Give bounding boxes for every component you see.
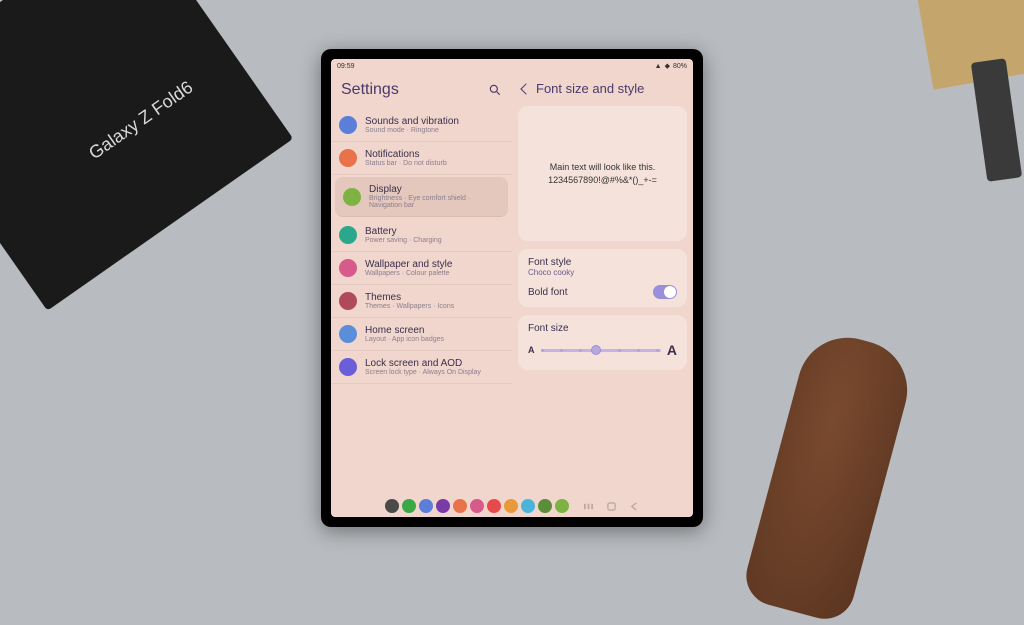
content-area: Settings Sounds and vibrationSound mode …	[331, 73, 693, 495]
status-time: 09:59	[337, 63, 355, 70]
setting-text: NotificationsStatus bar · Do not disturb	[365, 149, 504, 167]
setting-name: Home screen	[365, 325, 504, 336]
size-indicator-large: A	[667, 342, 677, 358]
size-indicator-small: A	[528, 345, 535, 355]
setting-item-notifications[interactable]: NotificationsStatus bar · Do not disturb	[331, 142, 512, 175]
setting-name: Sounds and vibration	[365, 116, 504, 127]
taskbar-app-icon[interactable]	[470, 499, 484, 513]
taskbar-app-icon[interactable]	[453, 499, 467, 513]
taskbar	[331, 495, 693, 517]
setting-icon	[339, 325, 357, 343]
user-finger	[740, 327, 919, 625]
settings-header: Settings	[331, 73, 512, 109]
status-bar: 09:59 ▲ ◆ 80%	[331, 59, 693, 73]
setting-text: BatteryPower saving · Charging	[365, 226, 504, 244]
setting-text: Sounds and vibrationSound mode · Rington…	[365, 116, 504, 134]
font-size-card: Font size A A	[518, 315, 687, 370]
font-preview-card: Main text will look like this. 123456789…	[518, 106, 687, 241]
font-style-label: Font style	[528, 257, 677, 268]
setting-text: Wallpaper and styleWallpapers · Colour p…	[365, 259, 504, 277]
setting-subtitle: Screen lock type · Always On Display	[365, 369, 504, 376]
setting-name: Display	[369, 184, 500, 195]
taskbar-app-icon[interactable]	[504, 499, 518, 513]
settings-title: Settings	[341, 81, 399, 99]
screen: 09:59 ▲ ◆ 80% Settings Sounds and vibrat…	[331, 59, 693, 517]
search-icon[interactable]	[488, 83, 502, 97]
signal-icon: ▲	[655, 63, 662, 70]
font-size-slider-row: A A	[528, 342, 677, 358]
font-style-value: Choco cooky	[528, 268, 677, 277]
nav-buttons	[584, 502, 639, 511]
setting-item-sounds-and-vibration[interactable]: Sounds and vibrationSound mode · Rington…	[331, 109, 512, 142]
setting-icon	[339, 226, 357, 244]
settings-list: Sounds and vibrationSound mode · Rington…	[331, 109, 512, 495]
setting-item-wallpaper-and-style[interactable]: Wallpaper and styleWallpapers · Colour p…	[331, 252, 512, 285]
bold-font-toggle[interactable]	[653, 285, 677, 299]
taskbar-app-icon[interactable]	[436, 499, 450, 513]
tablet-device: 09:59 ▲ ◆ 80% Settings Sounds and vibrat…	[321, 49, 703, 527]
back-button[interactable]	[630, 502, 639, 511]
font-size-slider[interactable]	[541, 349, 661, 352]
font-preview-text: Main text will look like this. 123456789…	[548, 161, 657, 186]
toggle-knob	[664, 286, 676, 298]
setting-name: Wallpaper and style	[365, 259, 504, 270]
setting-text: DisplayBrightness · Eye comfort shield ·…	[369, 184, 500, 209]
font-size-label: Font size	[528, 323, 677, 334]
status-right: ▲ ◆ 80%	[655, 62, 687, 70]
desk-clip	[971, 58, 1022, 182]
home-button[interactable]	[607, 502, 616, 511]
preview-line-1: Main text will look like this.	[548, 161, 657, 174]
setting-subtitle: Sound mode · Ringtone	[365, 127, 504, 134]
taskbar-app-icon[interactable]	[385, 499, 399, 513]
setting-subtitle: Wallpapers · Colour palette	[365, 270, 504, 277]
setting-subtitle: Layout · App icon badges	[365, 336, 504, 343]
preview-line-2: 1234567890!@#%&*()_+-=	[548, 174, 657, 187]
setting-icon	[339, 358, 357, 376]
setting-name: Battery	[365, 226, 504, 237]
slider-thumb[interactable]	[591, 345, 601, 355]
setting-name: Lock screen and AOD	[365, 358, 504, 369]
recents-button[interactable]	[584, 502, 593, 511]
taskbar-app-icon[interactable]	[538, 499, 552, 513]
back-icon[interactable]	[520, 83, 531, 94]
setting-item-battery[interactable]: BatteryPower saving · Charging	[331, 219, 512, 252]
setting-icon	[343, 188, 361, 206]
settings-panel: Settings Sounds and vibrationSound mode …	[331, 73, 512, 495]
setting-icon	[339, 292, 357, 310]
font-style-row[interactable]: Font style Choco cooky	[528, 257, 677, 277]
wifi-icon: ◆	[665, 62, 670, 70]
taskbar-app-icon[interactable]	[555, 499, 569, 513]
detail-title: Font size and style	[536, 81, 644, 96]
setting-text: ThemesThemes · Wallpapers · Icons	[365, 292, 504, 310]
setting-icon	[339, 149, 357, 167]
setting-item-home-screen[interactable]: Home screenLayout · App icon badges	[331, 318, 512, 351]
setting-subtitle: Power saving · Charging	[365, 237, 504, 244]
bold-font-row[interactable]: Bold font	[528, 285, 677, 299]
setting-icon	[339, 116, 357, 134]
setting-name: Notifications	[365, 149, 504, 160]
bold-font-label: Bold font	[528, 287, 567, 298]
detail-header: Font size and style	[518, 73, 687, 106]
font-style-card: Font style Choco cooky Bold font	[518, 249, 687, 307]
detail-panel: Font size and style Main text will look …	[512, 73, 693, 495]
taskbar-app-icon[interactable]	[402, 499, 416, 513]
setting-icon	[339, 259, 357, 277]
taskbar-app-icon[interactable]	[419, 499, 433, 513]
setting-subtitle: Brightness · Eye comfort shield · Naviga…	[369, 195, 500, 209]
setting-item-themes[interactable]: ThemesThemes · Wallpapers · Icons	[331, 285, 512, 318]
product-box	[0, 0, 293, 311]
setting-item-lock-screen-and-aod[interactable]: Lock screen and AODScreen lock type · Al…	[331, 351, 512, 384]
setting-text: Lock screen and AODScreen lock type · Al…	[365, 358, 504, 376]
setting-name: Themes	[365, 292, 504, 303]
setting-item-display[interactable]: DisplayBrightness · Eye comfort shield ·…	[335, 177, 508, 217]
setting-subtitle: Themes · Wallpapers · Icons	[365, 303, 504, 310]
battery-text: 80%	[673, 63, 687, 70]
taskbar-app-icon[interactable]	[487, 499, 501, 513]
setting-text: Home screenLayout · App icon badges	[365, 325, 504, 343]
taskbar-app-icon[interactable]	[521, 499, 535, 513]
setting-subtitle: Status bar · Do not disturb	[365, 160, 504, 167]
